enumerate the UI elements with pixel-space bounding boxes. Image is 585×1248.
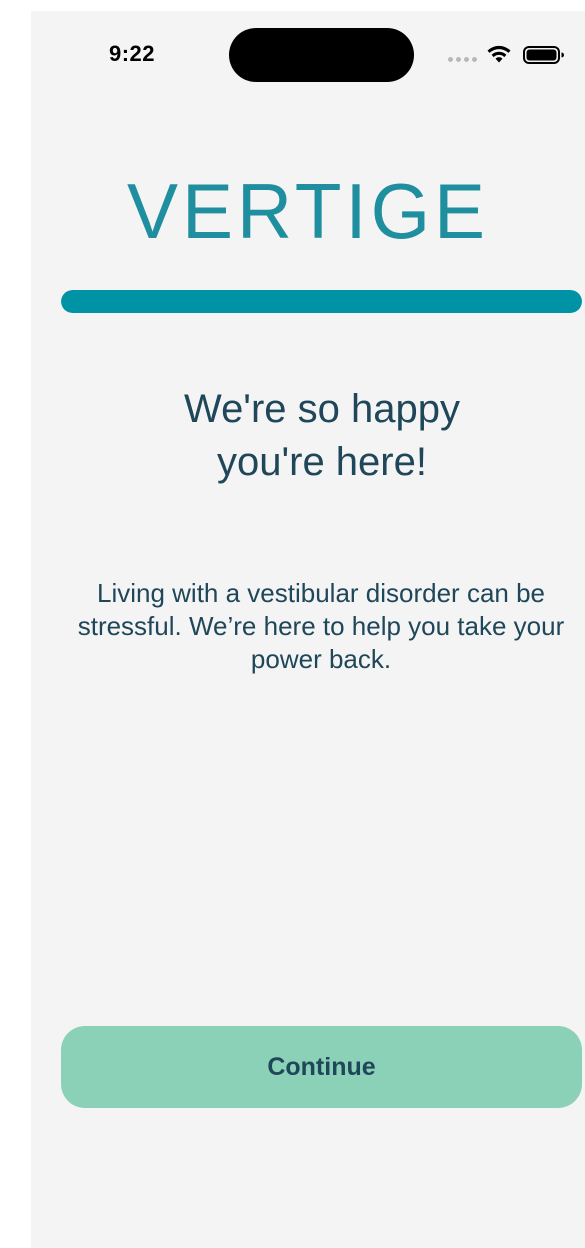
wifi-icon bbox=[487, 45, 511, 63]
status-time: 9:22 bbox=[109, 41, 156, 66]
welcome-message: Living with a vestibular disorder can be… bbox=[77, 578, 565, 674]
cellular-signal-icon bbox=[448, 57, 478, 63]
welcome-heading: We're so happy you're here! bbox=[184, 387, 460, 484]
vertige-logo: VERTIGE bbox=[31, 146, 585, 246]
continue-button[interactable]: Continue bbox=[61, 1026, 582, 1108]
progress-fill bbox=[61, 290, 582, 313]
status-bar: 9:22 bbox=[31, 11, 585, 101]
onboarding-progress-bar bbox=[61, 290, 582, 313]
dynamic-island bbox=[229, 28, 414, 82]
logo-text: VERTIGE bbox=[127, 167, 489, 246]
battery-icon bbox=[523, 46, 564, 64]
app-screen: 9:22 VERTIGE We're so happy you're here!… bbox=[31, 11, 585, 1248]
